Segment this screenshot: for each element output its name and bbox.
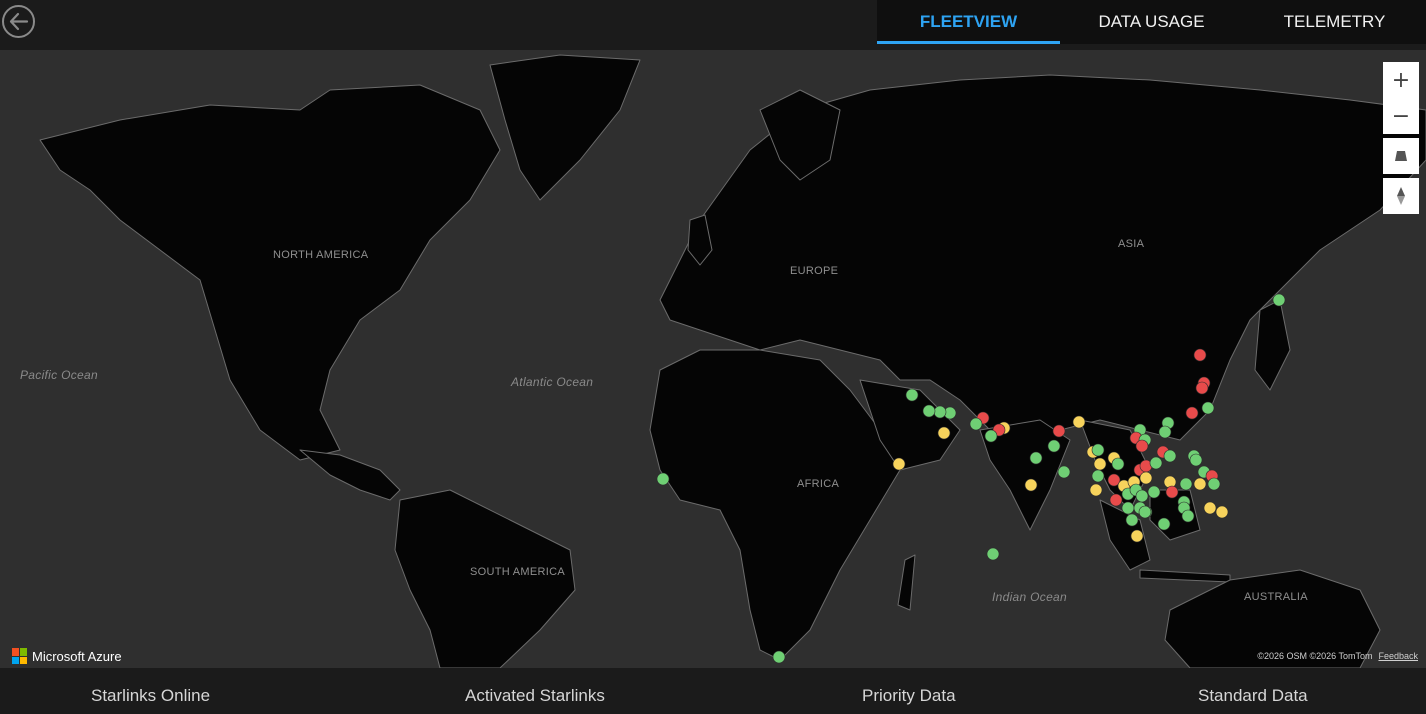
compass-button[interactable] bbox=[1383, 178, 1419, 214]
pitch-button[interactable] bbox=[1383, 138, 1419, 174]
zoom-in-button[interactable]: + bbox=[1383, 62, 1419, 98]
arrow-left-icon bbox=[9, 12, 29, 31]
tab-fleetview[interactable]: FLEETVIEW bbox=[877, 0, 1060, 44]
label-australia: AUSTRALIA bbox=[1244, 591, 1308, 603]
nav-tabs: FLEETVIEW DATA USAGE TELEMETRY bbox=[877, 0, 1426, 44]
compass-icon bbox=[1397, 187, 1405, 205]
fleetview-app: FLEETVIEW DATA USAGE TELEMETRY NORTH AME… bbox=[0, 0, 1426, 714]
stat-starlinks-online: Starlinks Online bbox=[91, 686, 211, 705]
microsoft-logo-icon bbox=[12, 648, 28, 664]
label-asia: ASIA bbox=[1118, 238, 1145, 250]
plus-icon: + bbox=[1391, 67, 1411, 93]
minus-icon: − bbox=[1391, 103, 1411, 129]
stat-standard-data: Standard Data bbox=[1198, 686, 1308, 705]
label-africa: AFRICA bbox=[797, 478, 840, 490]
brand-label: Microsoft Azure bbox=[32, 648, 122, 664]
label-indian-ocean: Indian Ocean bbox=[992, 590, 1067, 604]
top-bar: FLEETVIEW DATA USAGE TELEMETRY bbox=[0, 0, 1426, 50]
label-atlantic-ocean: Atlantic Ocean bbox=[511, 375, 594, 389]
back-button[interactable] bbox=[2, 5, 35, 38]
stat-priority-data: Priority Data bbox=[862, 686, 956, 705]
attribution-text: ©2026 OSM ©2026 TomTom bbox=[1257, 651, 1373, 661]
land-masses bbox=[39, 54, 1426, 668]
label-europe: EUROPE bbox=[790, 265, 839, 277]
map-controls: + − bbox=[1383, 62, 1419, 214]
pitch-icon bbox=[1395, 151, 1407, 161]
world-map[interactable]: NORTH AMERICA EUROPE ASIA AFRICA SOUTH A… bbox=[0, 50, 1426, 668]
label-pacific-ocean: Pacific Ocean bbox=[20, 368, 98, 382]
stats-bar: Starlinks Online Activated Starlinks Pri… bbox=[0, 668, 1426, 714]
map-branding: Microsoft Azure bbox=[12, 648, 122, 664]
tab-telemetry[interactable]: TELEMETRY bbox=[1243, 0, 1426, 44]
feedback-link[interactable]: Feedback bbox=[1378, 651, 1418, 661]
label-south-america: SOUTH AMERICA bbox=[470, 566, 565, 578]
label-north-america: NORTH AMERICA bbox=[273, 249, 369, 261]
zoom-out-button[interactable]: − bbox=[1383, 98, 1419, 134]
stat-activated-starlinks: Activated Starlinks bbox=[465, 686, 605, 705]
tab-data-usage[interactable]: DATA USAGE bbox=[1060, 0, 1243, 44]
map-attribution: ©2026 OSM ©2026 TomTom Feedback bbox=[1257, 651, 1418, 661]
